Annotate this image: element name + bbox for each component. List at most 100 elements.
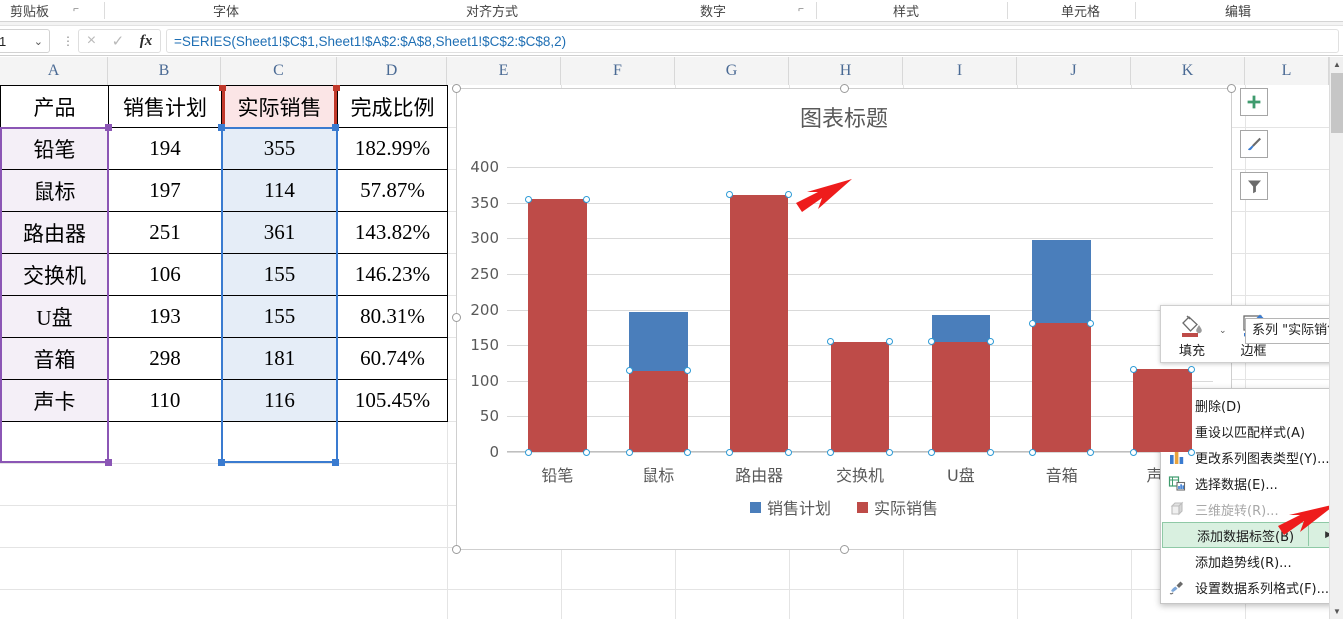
formula-input[interactable]: =SERIES(Sheet1!$C$1,Sheet1!$A$2:$A$8,She… — [166, 29, 1339, 53]
chart-bar-actual[interactable] — [629, 370, 688, 452]
cell-d8[interactable]: 105.45% — [337, 379, 448, 422]
chart-bar-actual[interactable] — [1032, 323, 1091, 452]
data-point-handle[interactable] — [684, 367, 692, 375]
data-point-handle[interactable] — [986, 338, 994, 346]
cell-d6[interactable]: 80.31% — [337, 295, 448, 338]
fill-chevron-down-icon[interactable]: ⌄ — [1219, 325, 1227, 336]
chart-filters-button[interactable] — [1240, 172, 1268, 200]
column-header-k[interactable]: K — [1131, 57, 1245, 85]
cell-d2[interactable]: 182.99% — [337, 127, 448, 170]
context-menu-item-add-data-labels[interactable]: 添加数据标签(B) ▶ — [1162, 522, 1341, 548]
column-header-h[interactable]: H — [789, 57, 903, 85]
cell-a1[interactable]: 产品 — [0, 85, 109, 128]
data-table[interactable]: 产品 销售计划 实际销售 完成比例 铅笔 194 355 182.99% 鼠标 … — [0, 85, 448, 422]
cancel-icon[interactable]: × — [87, 32, 96, 50]
data-point-handle[interactable] — [1087, 448, 1095, 456]
cell-a4[interactable]: 路由器 — [0, 211, 109, 254]
scroll-down-icon[interactable]: ▼ — [1330, 604, 1343, 619]
scrollbar-thumb[interactable] — [1331, 73, 1343, 133]
chart-object[interactable]: 图表标题 0 50 100 150 200 250 300 350 400 铅笔 鼠标 路由器 交换机 U… — [452, 84, 1236, 554]
dialog-launcher-number-icon[interactable]: ⌐ — [795, 4, 807, 16]
data-point-handle[interactable] — [827, 448, 835, 456]
data-point-handle[interactable] — [1188, 448, 1196, 456]
cell-a6[interactable]: U盘 — [0, 295, 109, 338]
chart-resize-handle-ne[interactable] — [1227, 84, 1236, 93]
cell-a3[interactable]: 鼠标 — [0, 169, 109, 212]
chart-bar-actual[interactable] — [931, 341, 991, 452]
cell-d7[interactable]: 60.74% — [337, 337, 448, 380]
cell-c8[interactable]: 116 — [221, 379, 338, 422]
cell-d3[interactable]: 57.87% — [337, 169, 448, 212]
cell-b4[interactable]: 251 — [108, 211, 222, 254]
column-header-a[interactable]: A — [0, 57, 108, 85]
cell-c6[interactable]: 155 — [221, 295, 338, 338]
dialog-launcher-clipboard-icon[interactable]: ⌐ — [70, 4, 82, 16]
data-point-handle[interactable] — [726, 448, 734, 456]
cell-b8[interactable]: 110 — [108, 379, 222, 422]
name-box[interactable]: 1 ⌄ — [0, 29, 50, 53]
data-point-handle[interactable] — [583, 448, 591, 456]
data-point-handle[interactable] — [1028, 319, 1036, 327]
chart-styles-button[interactable] — [1240, 130, 1268, 158]
chart-bar-actual[interactable] — [1133, 369, 1192, 452]
cell-a2[interactable]: 铅笔 — [0, 127, 109, 170]
chart-bar-actual[interactable] — [528, 199, 587, 452]
chart-resize-handle-w[interactable] — [452, 313, 461, 322]
cell-a7[interactable]: 音箱 — [0, 337, 109, 380]
data-point-handle[interactable] — [1028, 448, 1036, 456]
column-header-b[interactable]: B — [108, 57, 221, 85]
column-header-c[interactable]: C — [221, 57, 337, 85]
cell-c3[interactable]: 114 — [221, 169, 338, 212]
chart-bar-actual[interactable] — [830, 341, 890, 452]
data-point-handle[interactable] — [784, 448, 792, 456]
cell-c2[interactable]: 355 — [221, 127, 338, 170]
column-header-f[interactable]: F — [561, 57, 675, 85]
cell-b3[interactable]: 197 — [108, 169, 222, 212]
cell-c5[interactable]: 155 — [221, 253, 338, 296]
confirm-icon[interactable]: ✓ — [112, 32, 125, 50]
cell-b7[interactable]: 298 — [108, 337, 222, 380]
chart-legend[interactable]: 销售计划 实际销售 — [457, 495, 1231, 519]
cell-b6[interactable]: 193 — [108, 295, 222, 338]
column-header-l[interactable]: L — [1245, 57, 1329, 85]
chart-title[interactable]: 图表标题 — [457, 101, 1231, 133]
scroll-up-icon[interactable]: ▲ — [1330, 57, 1343, 72]
column-header-e[interactable]: E — [447, 57, 561, 85]
cell-a8[interactable]: 声卡 — [0, 379, 109, 422]
cell-d1[interactable]: 完成比例 — [337, 85, 448, 128]
column-header-i[interactable]: I — [903, 57, 1017, 85]
cell-b2[interactable]: 194 — [108, 127, 222, 170]
chart-resize-handle-s[interactable] — [840, 545, 849, 554]
column-header-d[interactable]: D — [337, 57, 447, 85]
chart-bar-actual[interactable] — [729, 194, 789, 452]
cell-c7[interactable]: 181 — [221, 337, 338, 380]
data-point-handle[interactable] — [1129, 448, 1137, 456]
cell-d4[interactable]: 143.82% — [337, 211, 448, 254]
legend-item-actual[interactable]: 实际销售 — [857, 495, 938, 519]
cell-b1[interactable]: 销售计划 — [108, 85, 222, 128]
legend-item-plan[interactable]: 销售计划 — [749, 495, 831, 519]
chart-resize-handle-n[interactable] — [840, 84, 849, 93]
data-point-handle[interactable] — [885, 448, 893, 456]
formula-bar-grip-icon[interactable]: ⋮ — [62, 35, 74, 49]
data-point-handle[interactable] — [885, 338, 893, 346]
chart-plot-area[interactable]: 050100150200250300350400铅笔鼠标路由器交换机U盘音箱声卡 — [470, 158, 1213, 485]
cell-c4[interactable]: 361 — [221, 211, 338, 254]
context-menu-item-format-data-series[interactable]: 设置数据系列格式(F)... — [1161, 574, 1342, 600]
cell-c1[interactable]: 实际销售 — [221, 85, 338, 128]
data-point-handle[interactable] — [684, 448, 692, 456]
insert-function-icon[interactable]: fx — [140, 33, 153, 50]
data-point-handle[interactable] — [524, 195, 532, 203]
data-point-handle[interactable] — [986, 448, 994, 456]
cell-a5[interactable]: 交换机 — [0, 253, 109, 296]
chevron-down-icon[interactable]: ⌄ — [34, 35, 43, 48]
data-point-handle[interactable] — [625, 448, 633, 456]
data-point-handle[interactable] — [1087, 319, 1095, 327]
context-menu-item-add-trendline[interactable]: 添加趋势线(R)... — [1161, 548, 1342, 574]
cell-d5[interactable]: 146.23% — [337, 253, 448, 296]
cell-b5[interactable]: 106 — [108, 253, 222, 296]
chart-elements-button[interactable] — [1240, 88, 1268, 116]
chart-resize-handle-nw[interactable] — [452, 84, 461, 93]
data-point-handle[interactable] — [928, 448, 936, 456]
fill-tool[interactable]: 填充 — [1169, 311, 1215, 359]
